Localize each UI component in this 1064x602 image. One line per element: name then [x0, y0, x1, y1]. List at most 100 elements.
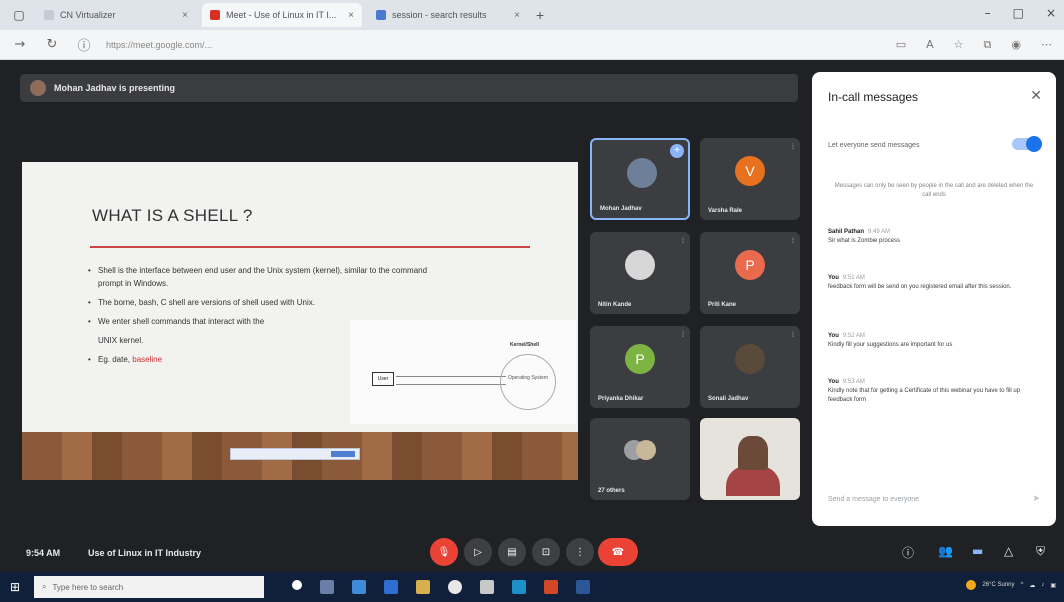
store-icon[interactable]: [352, 580, 366, 594]
weather-icon: [966, 580, 977, 590]
chat-message: You 9:53 AM Kindly note that for getting …: [828, 378, 1040, 405]
call-controls-bar: 9:54 AM Use of Linux in IT Industry 🎙 ▷ …: [0, 536, 1064, 572]
tab-close-icon[interactable]: ×: [514, 10, 520, 21]
allow-messages-toggle[interactable]: [1012, 136, 1042, 152]
message-time: 9:49 AM: [868, 229, 891, 235]
chat-notice: Messages can only be seen by people in t…: [834, 183, 1034, 198]
participant-name: Priti Kane: [708, 302, 737, 308]
diagram-title: Kernel/Shell: [510, 342, 539, 348]
profile-icon[interactable]: ◉: [1011, 38, 1021, 52]
address-bar-row: → ↻ ⓘ https://meet.google.com/... ▭ A ☆ …: [0, 30, 1064, 60]
diagram-arrow: [396, 376, 506, 377]
new-tab-icon[interactable]: +: [536, 7, 544, 23]
close-window-icon[interactable]: ×: [1046, 6, 1056, 20]
people-icon[interactable]: 👥: [938, 544, 953, 558]
host-controls-icon[interactable]: ⛨: [1036, 544, 1045, 559]
taskbar-search[interactable]: ⌕ Type here to search: [34, 576, 264, 598]
present-button[interactable]: ⊡: [532, 538, 560, 566]
message-text: Kindly note that for getting a Certifica…: [828, 388, 1021, 403]
cortana-icon[interactable]: [292, 580, 302, 590]
participant-tile[interactable]: ⁞ Nitin Kande: [590, 232, 690, 314]
participant-tile[interactable]: + Mohan Jadhav: [590, 138, 690, 220]
presenting-text: Mohan Jadhav is presenting: [54, 83, 176, 93]
participant-tile[interactable]: V ⁞ Varsha Rale: [700, 138, 800, 220]
chrome-icon[interactable]: [448, 580, 462, 594]
weather-text[interactable]: 26°C Sunny: [982, 582, 1014, 588]
camera-toggle-button[interactable]: ▷: [464, 538, 492, 566]
tab-close-icon[interactable]: ×: [348, 10, 354, 21]
send-icon[interactable]: ➤: [1032, 494, 1040, 504]
others-tile[interactable]: 27 others: [590, 418, 690, 500]
volume-icon[interactable]: ♪: [1041, 582, 1044, 588]
participant-tile[interactable]: P ⁞ Priti Kane: [700, 232, 800, 314]
task-view-icon[interactable]: [320, 580, 334, 594]
caption-button: [331, 451, 355, 457]
participant-tile[interactable]: P ⁞ Priyanka Dhikar: [590, 326, 690, 408]
diagram-user-box: User: [372, 372, 394, 386]
info-icon[interactable]: ⓘ: [902, 544, 914, 561]
participant-name: 27 others: [598, 488, 625, 494]
captions-button[interactable]: ▤: [498, 538, 526, 566]
bullet-text: Eg. date,: [98, 355, 133, 364]
diagram-arrow: [396, 384, 506, 385]
browser-tab-active[interactable]: Meet - Use of Linux in IT I... ×: [202, 3, 362, 27]
message-text: Sir what is Zombie process: [828, 238, 901, 244]
dropbox-icon[interactable]: [384, 580, 398, 594]
tray-arrow-icon[interactable]: ^: [1021, 582, 1024, 588]
file-explorer-icon[interactable]: [416, 580, 430, 594]
maximize-icon[interactable]: □: [1013, 6, 1024, 20]
avatar: [735, 344, 765, 374]
reload-icon[interactable]: ↻: [40, 37, 64, 52]
avatar: P: [625, 344, 655, 374]
more-options-button[interactable]: ⋮: [566, 538, 594, 566]
shared-slide: WHAT IS A SHELL ? Shell is the interface…: [22, 162, 578, 480]
shell-diagram: Kernel/Shell User Operating System: [350, 320, 576, 424]
participant-name: Varsha Rale: [708, 208, 743, 214]
minimize-icon[interactable]: –: [985, 6, 991, 20]
slide-caption-bar: [230, 448, 360, 460]
mic-toggle-button[interactable]: 🎙: [430, 538, 458, 566]
tab-close-icon[interactable]: ×: [182, 10, 188, 21]
calculator-icon[interactable]: [480, 580, 494, 594]
chat-icon[interactable]: ▬: [972, 544, 983, 558]
more-icon[interactable]: ⋯: [1041, 38, 1052, 52]
participant-tile[interactable]: ⁞ Sonali Jadhav: [700, 326, 800, 408]
meeting-title: Use of Linux in IT Industry: [88, 548, 202, 558]
participant-name: Nitin Kande: [598, 302, 632, 308]
read-aloud-icon[interactable]: A: [926, 38, 934, 52]
app-icon[interactable]: [576, 580, 590, 594]
search-icon: ⌕: [42, 582, 47, 591]
window-menu-icon[interactable]: ▢: [8, 4, 30, 26]
activities-icon[interactable]: △: [1004, 544, 1013, 558]
chat-message: Sahil Pathan 9:49 AM Sir what is Zombie p…: [828, 228, 1040, 246]
close-icon[interactable]: ✕: [1030, 88, 1042, 104]
message-text: Kindly fill your suggestions are importa…: [828, 342, 953, 348]
camera-icon[interactable]: ▭: [896, 38, 906, 52]
notification-icon[interactable]: ▣: [1050, 582, 1056, 589]
network-icon[interactable]: ☁: [1029, 582, 1035, 589]
edge-icon[interactable]: [512, 580, 526, 594]
toggle-label: Let everyone send messages: [828, 142, 920, 149]
avatar: P: [735, 250, 765, 280]
start-icon[interactable]: ⊞: [0, 580, 30, 594]
chat-message: You 9:52 AM Kindly fill your suggestions …: [828, 332, 1040, 350]
browser-tab[interactable]: CN Virtualizer ×: [36, 3, 196, 27]
tab-favicon-icon: [210, 10, 220, 20]
tab-favicon-icon: [376, 10, 386, 20]
collections-icon[interactable]: ⧉: [984, 38, 992, 52]
mic-off-icon: ⁞: [792, 238, 794, 245]
browser-tab[interactable]: session - search results ×: [368, 3, 528, 27]
leave-call-button[interactable]: ☎: [598, 538, 638, 566]
url-field[interactable]: https://meet.google.com/...: [106, 40, 406, 50]
self-video-person: [738, 436, 768, 470]
office-icon[interactable]: [544, 580, 558, 594]
chat-panel: In-call messages ✕ Let everyone send mes…: [812, 72, 1056, 526]
chat-input[interactable]: Send a message to everyone: [828, 496, 919, 503]
pin-icon[interactable]: +: [670, 144, 684, 158]
message-author: You: [828, 333, 839, 339]
self-camera-tile[interactable]: [700, 418, 800, 500]
message-author: You: [828, 379, 839, 385]
message-author: Sahil Pathan: [828, 229, 865, 235]
back-icon[interactable]: →: [8, 37, 32, 52]
star-icon[interactable]: ☆: [954, 38, 964, 52]
